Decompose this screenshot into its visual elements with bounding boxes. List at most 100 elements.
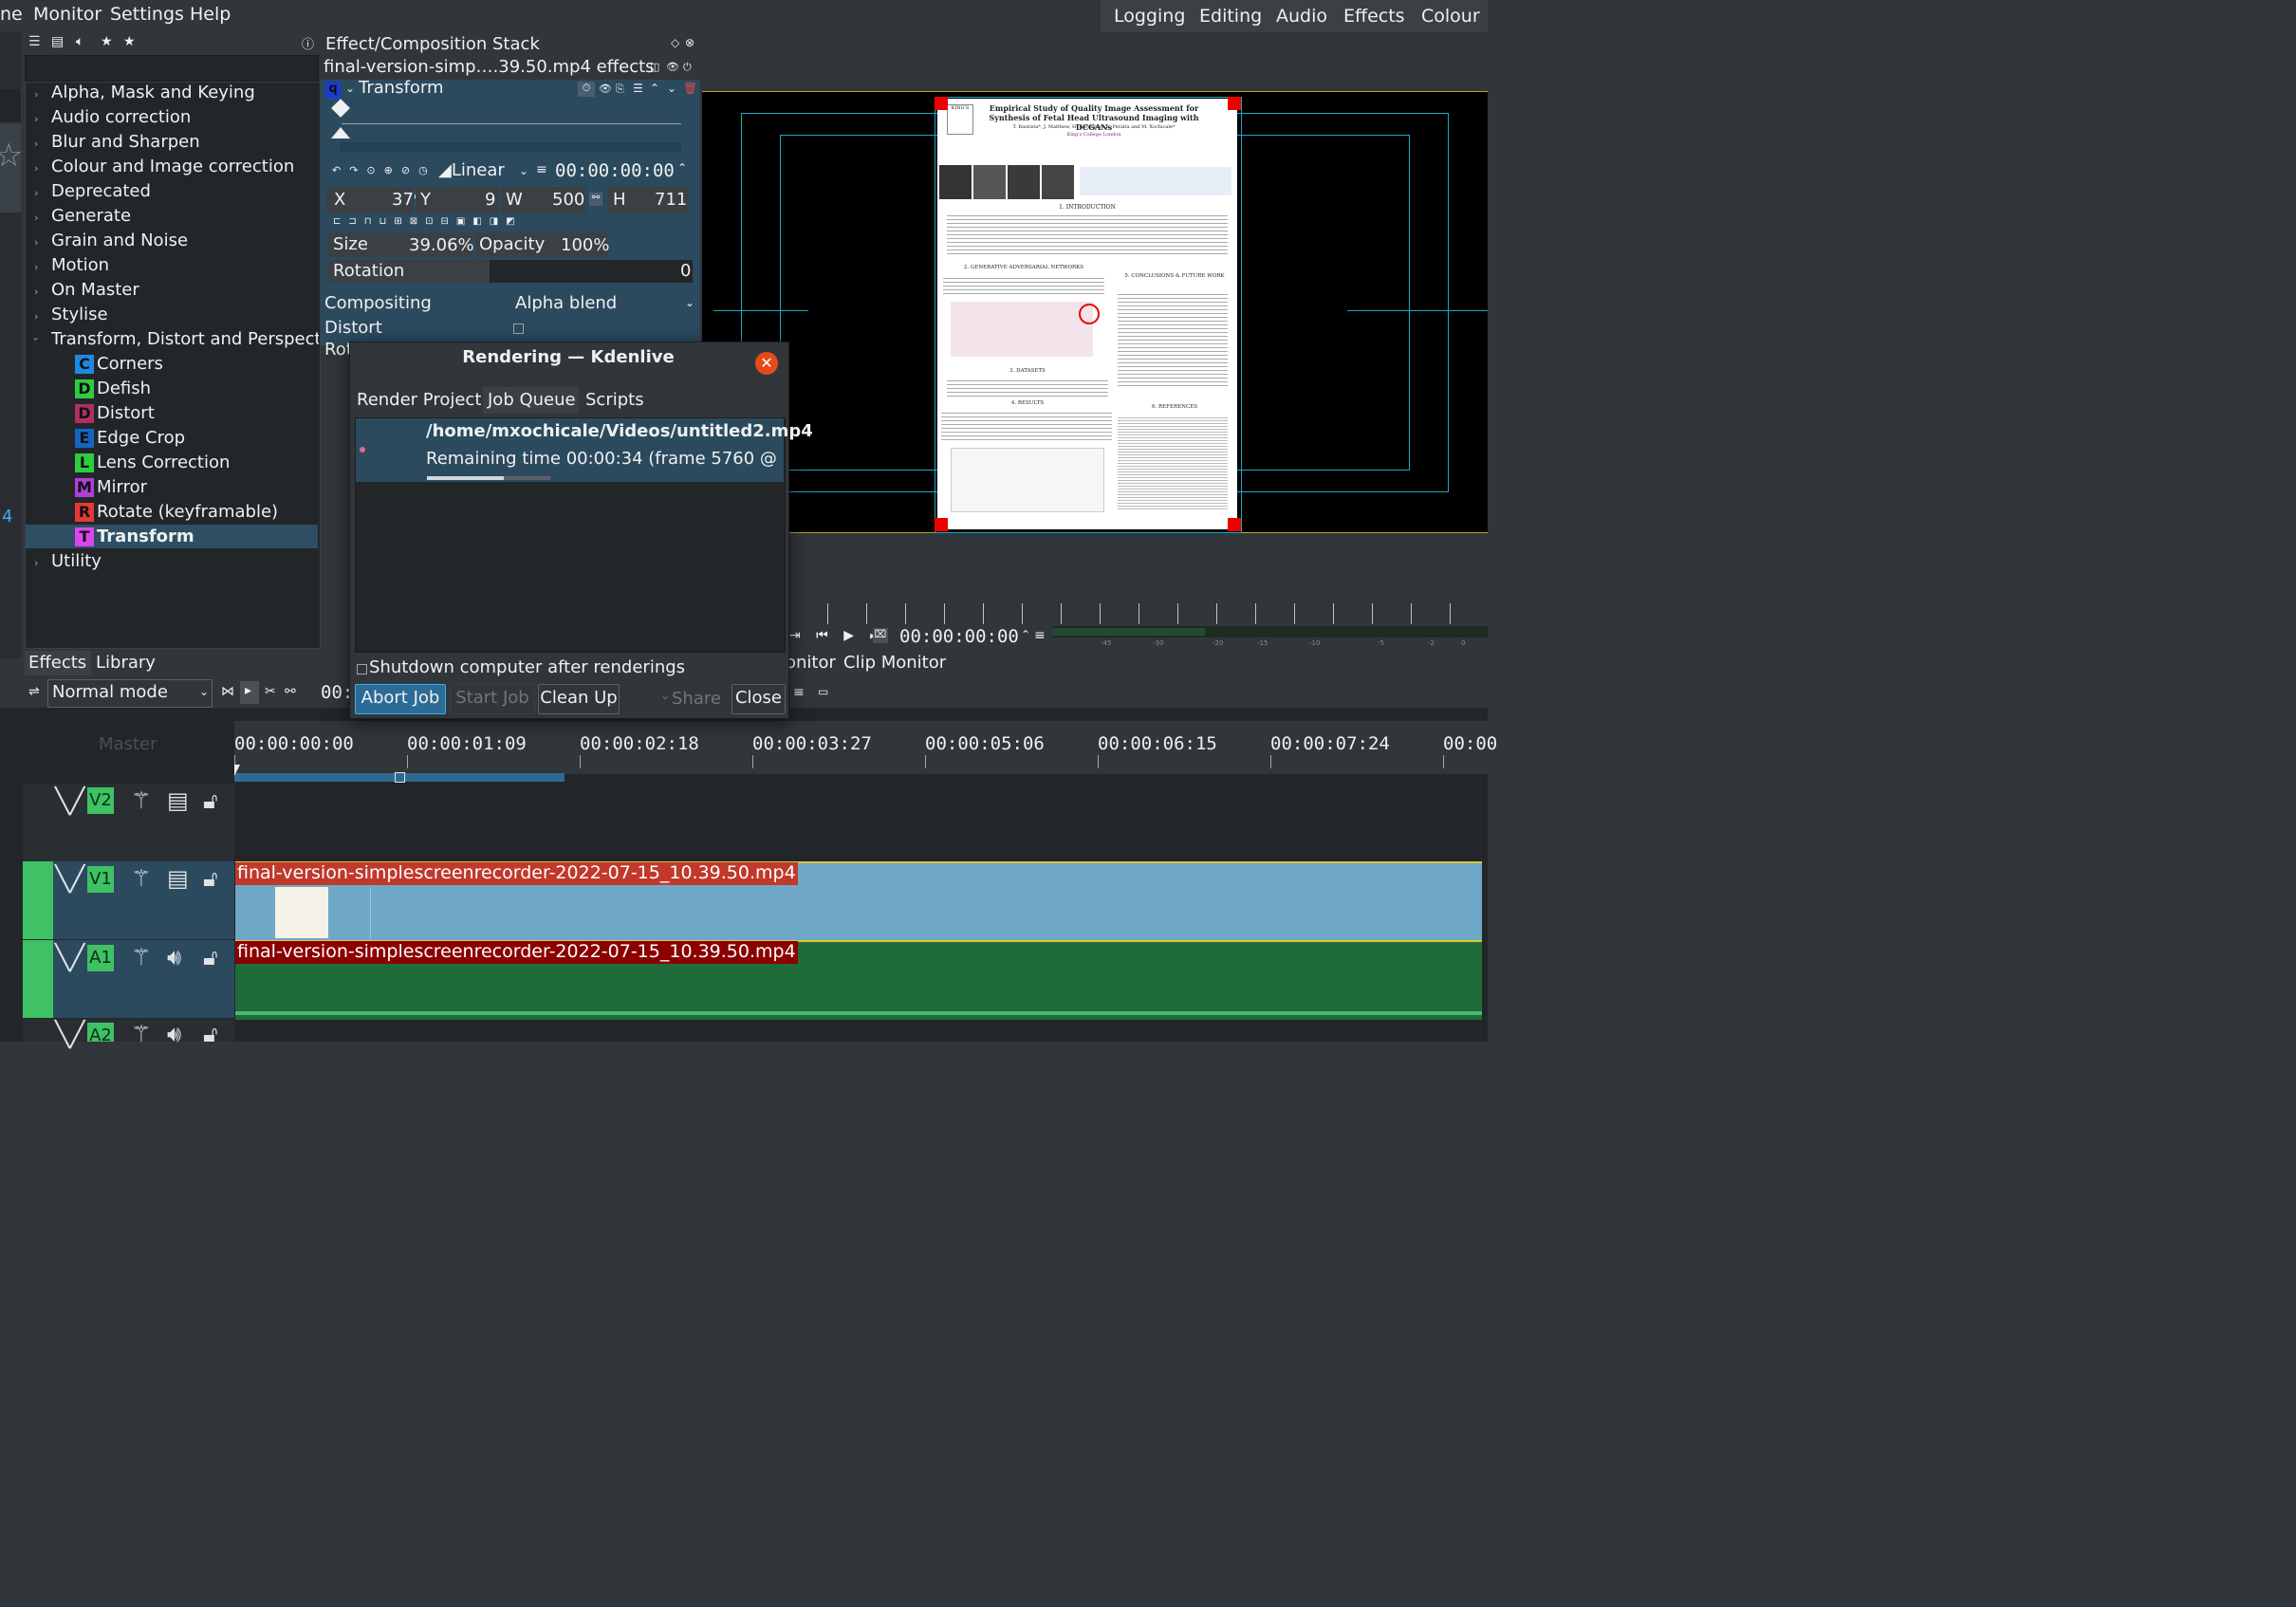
select-tool-icon[interactable]: ▸	[240, 681, 259, 704]
category-motion[interactable]: Motion	[51, 255, 109, 275]
category-on-master[interactable]: On Master	[51, 280, 139, 300]
close-panel-icon[interactable]: ⊗	[685, 36, 694, 49]
zone-handle[interactable]	[395, 772, 405, 783]
playhead-marker[interactable]	[331, 127, 350, 139]
category-blur[interactable]: Blur and Sharpen	[51, 132, 200, 152]
eye-icon[interactable]: 👁︎	[599, 83, 612, 95]
share-button[interactable]: Share	[672, 689, 721, 709]
clean-up-button[interactable]: Clean Up	[538, 684, 620, 714]
expand-arrow-icon[interactable]: ›	[34, 212, 38, 224]
category-colour[interactable]: Colour and Image correction	[51, 157, 294, 176]
audio-icon[interactable]: 🔈︎	[76, 34, 83, 49]
menu-icon[interactable]: ☰	[633, 82, 643, 95]
category-deprecated[interactable]: Deprecated	[51, 181, 151, 201]
expand-arrow-icon[interactable]: ›	[34, 261, 38, 273]
spin-arrows-icon[interactable]: ⌃	[1021, 628, 1030, 641]
expand-arrow-icon[interactable]: ›	[34, 286, 38, 298]
track-tag-a1[interactable]: A1	[87, 945, 114, 971]
info-icon[interactable]: ⓘ	[302, 34, 314, 52]
category-alpha-mask[interactable]: Alpha, Mask and Keying	[51, 83, 255, 102]
close-icon[interactable]: ✕	[755, 352, 778, 375]
speaker-icon[interactable]: 🔊︎	[167, 1021, 181, 1047]
film-icon[interactable]: ▤	[167, 865, 189, 892]
interp-select[interactable]: ◢Linear	[438, 160, 505, 180]
tab-colour[interactable]: Colour	[1421, 6, 1480, 27]
video-icon[interactable]: ▤	[51, 34, 64, 49]
lock-icon[interactable]: 🔓︎	[203, 944, 218, 970]
collapse-track-icon[interactable]: ╲╱	[55, 1021, 84, 1049]
tab-project-monitor[interactable]: onitor	[786, 653, 836, 673]
toolbar-menu-icon[interactable]: ⇌	[28, 684, 40, 699]
effects-search-input[interactable]	[25, 55, 319, 82]
lock-icon[interactable]: 🔓︎	[203, 1021, 218, 1047]
track-tag-v2[interactable]: V2	[87, 787, 114, 814]
eye-icon[interactable]: 👁︎	[666, 61, 679, 73]
tab-scripts[interactable]: Scripts	[585, 390, 644, 410]
playhead[interactable]	[234, 765, 240, 776]
tab-editing[interactable]: Editing	[1199, 6, 1262, 27]
zone-icon[interactable]: ⌧	[873, 628, 888, 643]
collapse-track-icon[interactable]: ╲╱	[55, 944, 84, 972]
expand-arrow-icon[interactable]: ›	[34, 187, 38, 199]
effect-defish[interactable]: Defish	[97, 379, 151, 398]
resize-handle[interactable]	[935, 97, 948, 110]
effect-mirror[interactable]: Mirror	[97, 477, 147, 497]
magic-wand-icon[interactable]: ⚚	[131, 865, 152, 892]
move-down-icon[interactable]: ⌄	[667, 82, 676, 95]
shutdown-checkbox[interactable]	[357, 664, 367, 674]
razor-tool-icon[interactable]: ✂	[265, 684, 276, 699]
resize-handle[interactable]	[1228, 97, 1241, 110]
track-tag-a2[interactable]: A2	[87, 1023, 114, 1045]
film-icon[interactable]: ▤	[167, 787, 189, 814]
split-icon[interactable]: ◫	[650, 61, 659, 73]
expand-arrow-icon[interactable]: ›	[34, 310, 38, 323]
resize-handle[interactable]	[935, 518, 948, 531]
track-lane-v2[interactable]	[235, 784, 1488, 861]
favorites-icon[interactable]: ★	[123, 34, 136, 49]
save-preset-icon[interactable]: ⎘	[616, 83, 624, 96]
tab-library[interactable]: Library	[96, 653, 156, 673]
center-handle[interactable]	[1079, 304, 1100, 324]
tab-logging[interactable]: Logging	[1114, 6, 1185, 27]
resize-handle[interactable]	[1228, 518, 1241, 531]
delete-effect-icon[interactable]: 🗑︎	[683, 82, 697, 95]
menu-icon[interactable]: ≡	[536, 162, 547, 177]
track-active-indicator[interactable]	[23, 940, 53, 1018]
spin-arrows-icon[interactable]: ⌃	[677, 161, 687, 175]
menu-file[interactable]: ne	[0, 4, 23, 25]
menu-monitor[interactable]: Monitor	[33, 4, 102, 25]
power-icon[interactable]: ⏻	[683, 61, 692, 74]
link-aspect-icon[interactable]: ⚯	[589, 193, 602, 206]
effect-distort[interactable]: Distort	[97, 403, 155, 423]
tab-audio[interactable]: Audio	[1276, 6, 1327, 27]
effect-transform[interactable]: Transform	[97, 526, 194, 546]
float-icon[interactable]: ◇	[671, 36, 679, 49]
collapse-arrow-icon[interactable]: ›	[30, 337, 43, 341]
monitor-ruler[interactable]	[789, 603, 1488, 624]
magic-wand-icon[interactable]: ⚚	[131, 944, 152, 970]
menu-help[interactable]: Help	[190, 4, 231, 25]
tab-render-project[interactable]: Render Project	[357, 390, 481, 410]
align-tool-icons[interactable]: ⊏⊐⊓⊔⊞⊠⊡⊟▣◧◨◩	[333, 216, 523, 227]
category-transform[interactable]: Transform, Distort and Perspective	[51, 329, 319, 349]
monitor-timecode[interactable]: 00:00:00:00	[899, 626, 1019, 647]
category-stylise[interactable]: Stylise	[51, 305, 108, 324]
category-grain[interactable]: Grain and Noise	[51, 231, 188, 250]
magic-wand-icon[interactable]: ⚚	[131, 787, 152, 814]
track-active-indicator[interactable]	[23, 861, 53, 939]
preview-icon[interactable]: ▭	[818, 685, 828, 698]
expand-arrow-icon[interactable]: ›	[34, 113, 38, 125]
expand-arrow-icon[interactable]: ›	[34, 138, 38, 150]
effect-edge-crop[interactable]: Edge Crop	[97, 428, 185, 448]
abort-job-button[interactable]: Abort Job	[355, 684, 446, 714]
collapse-track-icon[interactable]: ╲╱	[55, 787, 84, 816]
expand-arrow-icon[interactable]: ›	[34, 557, 38, 569]
expand-arrow-icon[interactable]: ›	[34, 162, 38, 175]
move-up-icon[interactable]: ⌃	[650, 82, 659, 95]
keyframe-timecode[interactable]: 00:00:00:00	[555, 160, 675, 181]
menu-icon[interactable]: ≡	[1034, 628, 1046, 643]
effect-corners[interactable]: Corners	[97, 354, 163, 374]
list-view-icon[interactable]: ☰	[28, 34, 41, 49]
category-audio-correction[interactable]: Audio correction	[51, 107, 191, 127]
lock-icon[interactable]: 🔓︎	[203, 865, 218, 892]
